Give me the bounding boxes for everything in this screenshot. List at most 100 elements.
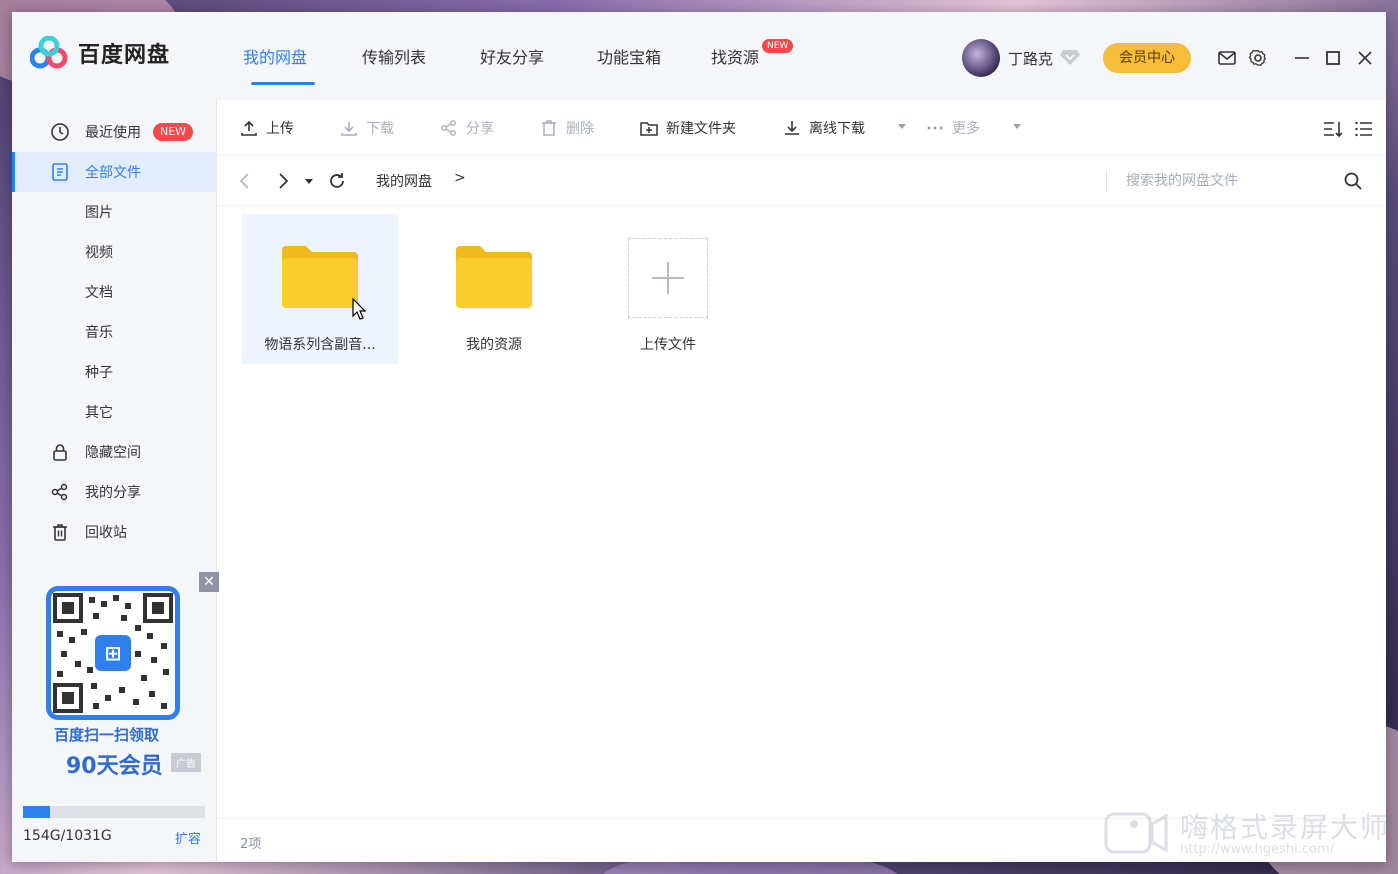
list-view-icon[interactable] xyxy=(1354,119,1374,139)
upload-button[interactable]: 上传 xyxy=(240,118,294,138)
new-folder-label: 新建文件夹 xyxy=(666,121,736,137)
app-name: 百度网盘 xyxy=(78,43,171,68)
trash-icon xyxy=(542,120,556,136)
search-icon[interactable] xyxy=(1342,170,1364,192)
upload-file-tile[interactable]: 上传文件 xyxy=(590,214,746,364)
sidebar-item-documents[interactable]: 文档 xyxy=(12,272,217,312)
delete-button[interactable]: 删除 xyxy=(540,118,594,138)
toolbar: 上传 下载 分享 删除 新建文件夹 离线下载 更多 xyxy=(218,100,1386,156)
sidebar-item-recent[interactable]: 最近使用 NEW xyxy=(12,112,217,152)
qr-code: ⊞ xyxy=(46,586,180,720)
refresh-icon[interactable] xyxy=(326,170,348,192)
more-dots-icon xyxy=(927,126,943,130)
gear-icon[interactable] xyxy=(1248,48,1268,68)
sidebar-item-label: 文档 xyxy=(85,285,113,301)
ad-title: 百度扫一扫领取 xyxy=(54,726,160,744)
sidebar-item-hidden-space[interactable]: 隐藏空间 xyxy=(12,432,217,472)
title-bar: 百度网盘 我的网盘 传输列表 好友分享 功能宝箱 找资源 NEW 丁路克 会员中… xyxy=(12,12,1386,100)
expand-storage-link[interactable]: 扩容 xyxy=(175,828,201,847)
minimize-icon[interactable] xyxy=(1292,48,1312,68)
sidebar-item-my-shares[interactable]: 我的分享 xyxy=(12,472,217,512)
sidebar-item-other[interactable]: 其它 xyxy=(12,392,217,432)
storage-usage: 154G/1031G xyxy=(23,828,112,844)
sidebar-item-label: 种子 xyxy=(85,365,113,381)
share-icon xyxy=(441,120,456,136)
share-icon xyxy=(51,483,68,501)
nav-new-badge: NEW xyxy=(762,39,794,53)
breadcrumb-separator: > xyxy=(454,170,466,186)
tab-transfer-list[interactable]: 传输列表 xyxy=(362,44,426,68)
qr-promo-ad[interactable]: ✕ ⊞ 百度扫一扫领取 90天会员 广告 xyxy=(26,572,219,779)
new-folder-button[interactable]: 新建文件夹 xyxy=(640,118,736,138)
upload-label: 上传 xyxy=(266,121,294,137)
new-folder-icon xyxy=(640,122,658,136)
storage-progress-fill xyxy=(23,806,51,818)
baidu-netdisk-logo-icon xyxy=(30,36,68,69)
item-count: 2项 xyxy=(240,837,262,852)
folder-item[interactable]: 物语系列含副音... xyxy=(242,214,398,364)
sidebar-item-all-files[interactable]: 全部文件 xyxy=(12,152,217,192)
delete-label: 删除 xyxy=(566,121,594,137)
new-badge: NEW xyxy=(153,123,194,141)
upload-dropzone[interactable] xyxy=(628,238,708,318)
history-dropdown-icon[interactable] xyxy=(302,170,316,192)
document-icon xyxy=(52,163,68,181)
sidebar-item-label: 图片 xyxy=(85,205,113,221)
avatar[interactable] xyxy=(962,39,1000,77)
file-name: 我的资源 xyxy=(466,337,522,353)
breadcrumb[interactable]: 我的网盘 xyxy=(376,171,432,191)
sidebar-item-recycle-bin[interactable]: 回收站 xyxy=(12,512,217,552)
back-icon[interactable] xyxy=(234,170,256,192)
tab-my-netdisk[interactable]: 我的网盘 xyxy=(243,44,307,68)
search-input[interactable] xyxy=(1126,166,1336,196)
qr-code-pattern-icon: ⊞ xyxy=(53,593,173,713)
ad-tag: 广告 xyxy=(171,753,201,772)
sidebar-item-videos[interactable]: 视频 xyxy=(12,232,217,272)
member-center-button[interactable]: 会员中心 xyxy=(1103,43,1191,73)
mail-icon[interactable] xyxy=(1217,48,1237,68)
status-bar: 2项 xyxy=(218,818,1386,862)
folder-item[interactable]: 我的资源 xyxy=(416,214,572,364)
tab-toolbox[interactable]: 功能宝箱 xyxy=(597,44,661,68)
download-icon xyxy=(785,121,799,135)
offline-download-dropdown-icon[interactable] xyxy=(898,124,906,129)
folder-icon xyxy=(282,246,358,308)
close-icon[interactable] xyxy=(1355,48,1375,68)
plus-icon xyxy=(652,262,684,294)
offline-download-label: 离线下载 xyxy=(809,121,865,137)
maximize-icon[interactable] xyxy=(1323,48,1343,68)
divider xyxy=(1106,170,1107,192)
app-logo: 百度网盘 xyxy=(30,36,170,70)
clock-icon xyxy=(51,123,69,141)
user-name[interactable]: 丁路克 xyxy=(1008,48,1053,69)
sidebar-item-label: 回收站 xyxy=(85,525,127,541)
forward-icon[interactable] xyxy=(272,170,294,192)
download-icon xyxy=(341,122,357,136)
sidebar-item-torrents[interactable]: 种子 xyxy=(12,352,217,392)
active-tab-indicator xyxy=(251,82,315,85)
download-button[interactable]: 下载 xyxy=(340,118,394,138)
ad-close-button[interactable]: ✕ xyxy=(199,572,219,592)
sidebar-item-label: 其它 xyxy=(85,405,113,421)
tab-find-resources[interactable]: 找资源 xyxy=(711,44,759,68)
trash-icon xyxy=(53,524,67,541)
app-window: 百度网盘 我的网盘 传输列表 好友分享 功能宝箱 找资源 NEW 丁路克 会员中… xyxy=(12,12,1386,862)
tab-friend-share[interactable]: 好友分享 xyxy=(480,44,544,68)
sidebar-item-label: 隐藏空间 xyxy=(85,445,141,461)
share-button[interactable]: 分享 xyxy=(440,118,494,138)
svg-text:⊞: ⊞ xyxy=(105,641,122,665)
address-bar: 我的网盘 > xyxy=(218,156,1386,206)
sidebar: 最近使用 NEW 全部文件 图片 视频 文档 音乐 种子 其它 隐藏空间 我的分… xyxy=(12,100,219,862)
sidebar-item-label: 最近使用 xyxy=(85,125,141,141)
more-label: 更多 xyxy=(952,121,980,137)
more-button[interactable]: 更多 xyxy=(926,118,980,138)
offline-download-button[interactable]: 离线下载 xyxy=(783,118,865,138)
sidebar-item-images[interactable]: 图片 xyxy=(12,192,217,232)
vip-diamond-icon xyxy=(1060,50,1080,65)
sort-icon[interactable] xyxy=(1322,119,1344,139)
share-label: 分享 xyxy=(466,121,494,137)
file-name: 上传文件 xyxy=(640,337,696,353)
upload-icon xyxy=(241,120,257,136)
more-dropdown-icon[interactable] xyxy=(1013,124,1021,129)
sidebar-item-music[interactable]: 音乐 xyxy=(12,312,217,352)
